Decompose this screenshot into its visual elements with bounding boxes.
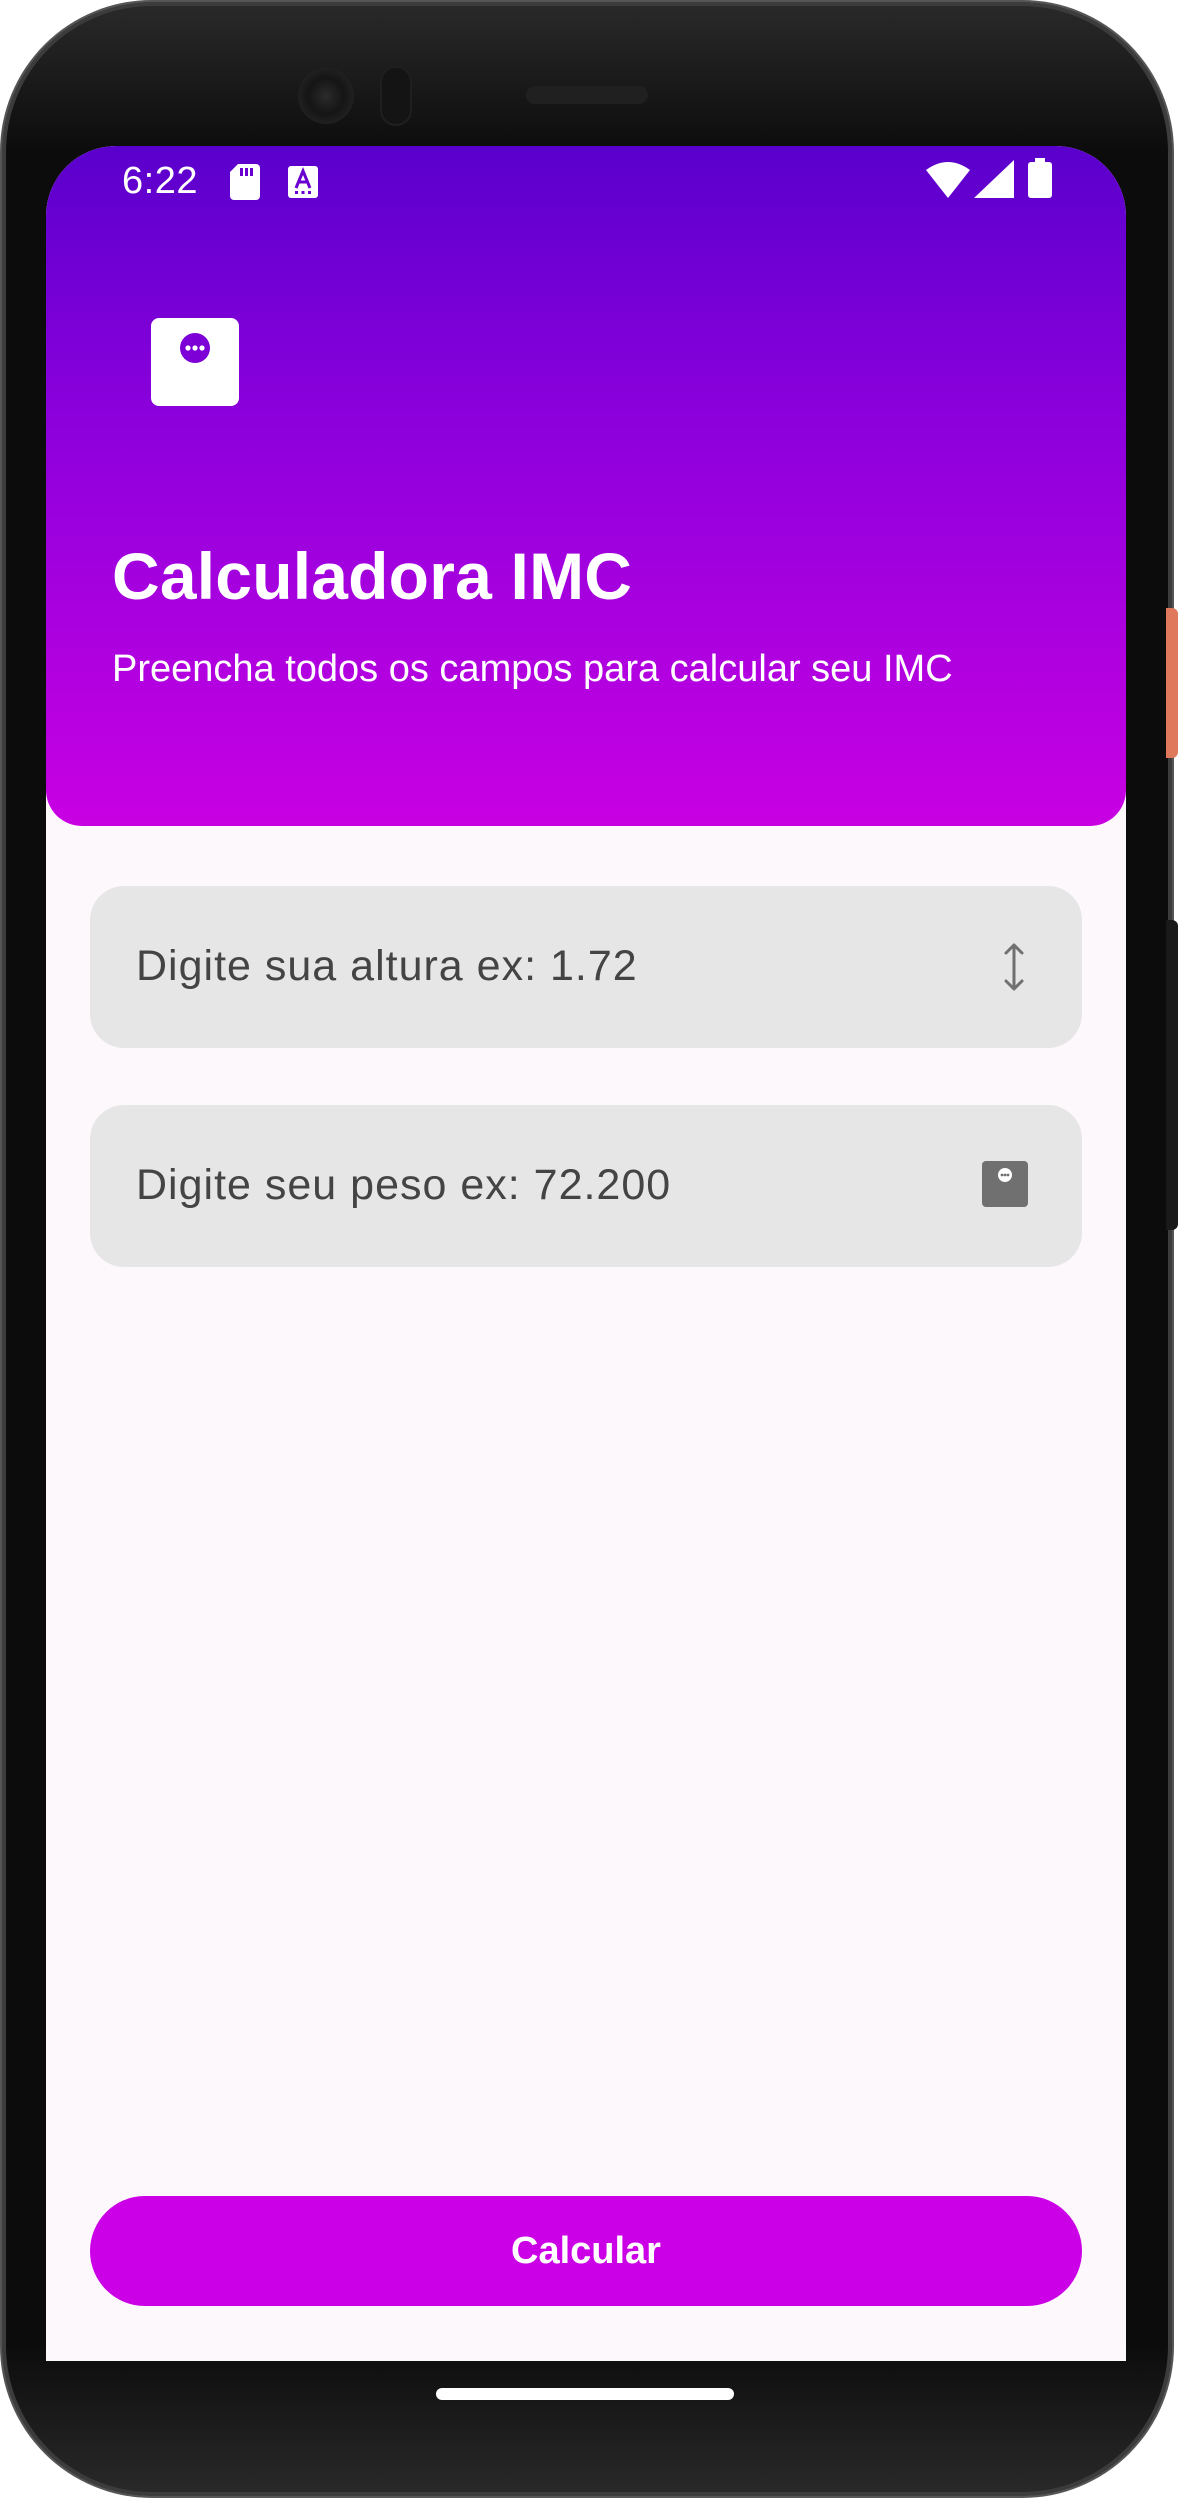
accessibility-a-icon <box>288 166 318 198</box>
weight-input[interactable]: Digite seu peso ex: 72.200 <box>90 1105 1082 1267</box>
wifi-icon <box>926 162 970 198</box>
sd-card-icon <box>230 164 260 200</box>
status-bar: 6:22 <box>46 146 1126 220</box>
power-button <box>1166 608 1178 758</box>
battery-icon <box>1028 158 1052 198</box>
proximity-sensor <box>380 66 412 126</box>
app-logo <box>151 318 239 406</box>
app-header: 6:22 Calculadora IMC Preencha todos os c… <box>46 146 1126 826</box>
scale-icon <box>982 1161 1028 1207</box>
cellular-signal-icon <box>974 160 1014 198</box>
page-subtitle: Preencha todos os campos para calcular s… <box>112 648 953 690</box>
vertical-arrows-icon <box>1004 943 1024 991</box>
home-indicator[interactable] <box>436 2388 734 2400</box>
height-input-placeholder: Digite sua altura ex: 1.72 <box>136 942 638 990</box>
volume-button <box>1166 920 1178 1230</box>
earpiece-speaker <box>526 86 648 104</box>
weight-input-placeholder: Digite seu peso ex: 72.200 <box>136 1161 672 1209</box>
calculate-button[interactable]: Calcular <box>90 2196 1082 2306</box>
status-time: 6:22 <box>122 160 198 202</box>
app-screen: 6:22 Calculadora IMC Preencha todos os c… <box>46 146 1126 2361</box>
front-camera <box>298 68 354 124</box>
chat-bubble-icon <box>180 333 210 363</box>
height-input[interactable]: Digite sua altura ex: 1.72 <box>90 886 1082 1048</box>
page-title: Calculadora IMC <box>112 539 633 613</box>
